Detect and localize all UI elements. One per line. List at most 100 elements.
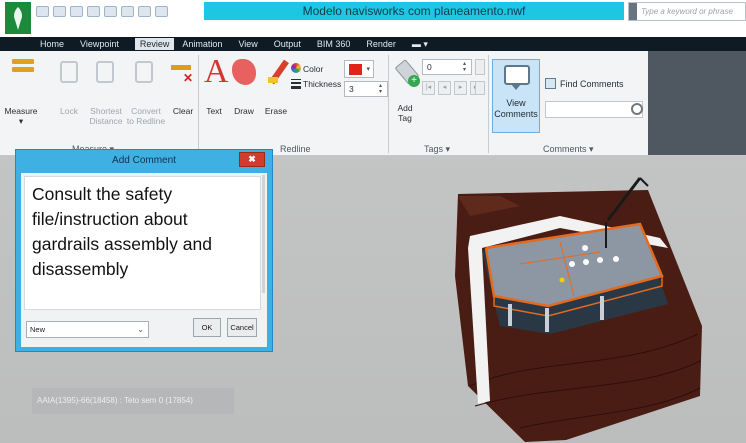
dialog-body: Consult the safety file/instruction abou… (21, 173, 267, 347)
tag-id-spin-icon[interactable]: ▴ ▾ (463, 61, 470, 73)
view-comments-label: View Comments (494, 98, 538, 119)
cancel-button[interactable]: Cancel (227, 318, 257, 337)
comment-status-value: New (30, 325, 46, 334)
tag-goto-icon[interactable] (475, 59, 485, 75)
title-bar: Modelo navisworks com planeamento.nwf Ty… (0, 0, 746, 37)
redo-icon[interactable] (121, 6, 134, 17)
measure-dropdown-icon[interactable]: ▾ (14, 116, 28, 126)
panel-divider (388, 55, 389, 153)
first-tag-icon[interactable]: |◂ (422, 81, 435, 95)
panel-divider (198, 55, 199, 153)
worker-marker (613, 256, 619, 262)
worker-marker (569, 261, 575, 267)
previous-tag-icon[interactable]: ◂ (438, 81, 451, 95)
dialog-title: Add Comment (112, 155, 176, 166)
comment-textarea[interactable]: Consult the safety file/instruction abou… (24, 176, 261, 310)
measure-icon[interactable] (12, 59, 34, 81)
convert-to-redline-icon[interactable] (135, 61, 153, 83)
column (545, 308, 549, 332)
thickness-icon (291, 79, 301, 89)
lock-button[interactable]: Lock (56, 106, 82, 116)
find-search-icon[interactable] (631, 103, 643, 115)
tab-render[interactable]: Render (366, 39, 396, 49)
tab-bim360[interactable]: BIM 360 (317, 39, 351, 49)
redline-color-picker[interactable]: ▾ (344, 60, 374, 78)
tab-extra-menu[interactable]: ▬ ▾ (412, 39, 428, 50)
column (508, 304, 512, 326)
find-comments-icon[interactable] (545, 78, 556, 89)
search-placeholder: Type a keyword or phrase (641, 7, 733, 16)
lock-icon[interactable] (60, 61, 78, 83)
worker-marker (583, 259, 589, 265)
redline-erase-icon[interactable] (266, 59, 292, 87)
ribbon: Measure ▾ Lock Shortest Distance Convert… (0, 51, 746, 156)
column (600, 296, 604, 320)
clear-measure-icon[interactable]: ✕ (171, 61, 193, 85)
ok-button[interactable]: OK (193, 318, 221, 337)
convert-to-redline-button[interactable]: Convert to Redline (124, 106, 168, 126)
clear-button[interactable]: Clear (170, 106, 196, 116)
add-tag-button[interactable]: Add Tag (392, 103, 418, 123)
comment-scrollbar[interactable] (262, 175, 265, 293)
search-dropdown-icon[interactable] (629, 3, 637, 20)
redline-draw-icon[interactable] (232, 59, 256, 85)
thickness-stepper[interactable]: 3 ▴ ▾ (344, 81, 388, 97)
color-wheel-icon (291, 63, 301, 73)
find-comments-button[interactable]: Find Comments (560, 79, 624, 89)
ribbon-tab-bar: Home Viewpoint Review Animation View Out… (0, 37, 746, 51)
new-file-icon[interactable] (53, 6, 66, 17)
view-comments-button[interactable]: View Comments (492, 59, 540, 133)
measure-button[interactable]: Measure (4, 106, 38, 116)
redline-text-icon[interactable]: A (204, 55, 229, 89)
navisworks-logo-icon[interactable] (5, 2, 31, 34)
shortest-distance-icon[interactable] (96, 61, 114, 83)
tag-nav-extra-icon[interactable] (475, 81, 485, 95)
comment-status-select[interactable]: New ⌄ (26, 321, 149, 338)
color-swatch-red (349, 64, 362, 75)
ribbon-dark-region (648, 51, 746, 155)
window-title: Modelo navisworks com planeamento.nwf (204, 2, 624, 20)
undo-icon[interactable] (104, 6, 117, 17)
color-dropdown-icon[interactable]: ▾ (366, 65, 370, 73)
color-label: Color (303, 64, 324, 74)
dialog-close-button[interactable]: ✖ (239, 152, 265, 167)
thickness-label: Thickness (303, 79, 342, 89)
tag-id-value: 0 (427, 62, 432, 72)
redline-panel-label: Redline (280, 144, 311, 154)
tab-viewpoint[interactable]: Viewpoint (80, 39, 119, 49)
tab-view[interactable]: View (238, 39, 257, 49)
comments-panel-label[interactable]: Comments ▾ (543, 144, 594, 155)
thickness-value: 3 (349, 84, 354, 94)
tab-animation[interactable]: Animation (182, 39, 222, 49)
find-comments-input[interactable] (545, 101, 643, 118)
customize-toolbar-icon[interactable] (155, 6, 168, 17)
search-field[interactable]: Type a keyword or phrase (628, 2, 746, 21)
add-tag-icon[interactable]: + (394, 59, 420, 87)
chevron-down-icon[interactable]: ⌄ (137, 322, 144, 337)
worker-marker (559, 277, 565, 283)
quick-access-toolbar (36, 6, 168, 17)
tab-output[interactable]: Output (274, 39, 301, 49)
save-icon[interactable] (70, 6, 83, 17)
next-tag-icon[interactable]: ▸ (454, 81, 467, 95)
shortest-distance-button[interactable]: Shortest Distance (86, 106, 126, 126)
thickness-spin-icon[interactable]: ▴ ▾ (379, 83, 386, 95)
crane-hook (639, 177, 649, 187)
worker-marker (582, 245, 588, 251)
panel-divider (488, 55, 489, 153)
redline-text-button[interactable]: Text (202, 106, 226, 116)
comment-bubble-icon (504, 65, 530, 90)
tags-panel-label[interactable]: Tags ▾ (424, 144, 450, 155)
open-file-icon[interactable] (36, 6, 49, 17)
add-comment-dialog: Add Comment ✖ Consult the safety file/in… (15, 149, 273, 352)
viewport-status-text: AAIA(1395)-66(18458) : Teto sem 0 (17854… (32, 388, 234, 414)
tab-home[interactable]: Home (40, 39, 64, 49)
tab-review[interactable]: Review (134, 38, 175, 50)
redline-draw-button[interactable]: Draw (230, 106, 258, 116)
worker-marker (597, 257, 603, 263)
tag-id-stepper[interactable]: 0 ▴ ▾ (422, 59, 472, 75)
refresh-icon[interactable] (138, 6, 151, 17)
tag-navigation: |◂ ◂ ▸ ▸| (422, 81, 483, 95)
redline-erase-button[interactable]: Erase (262, 106, 290, 116)
print-icon[interactable] (87, 6, 100, 17)
